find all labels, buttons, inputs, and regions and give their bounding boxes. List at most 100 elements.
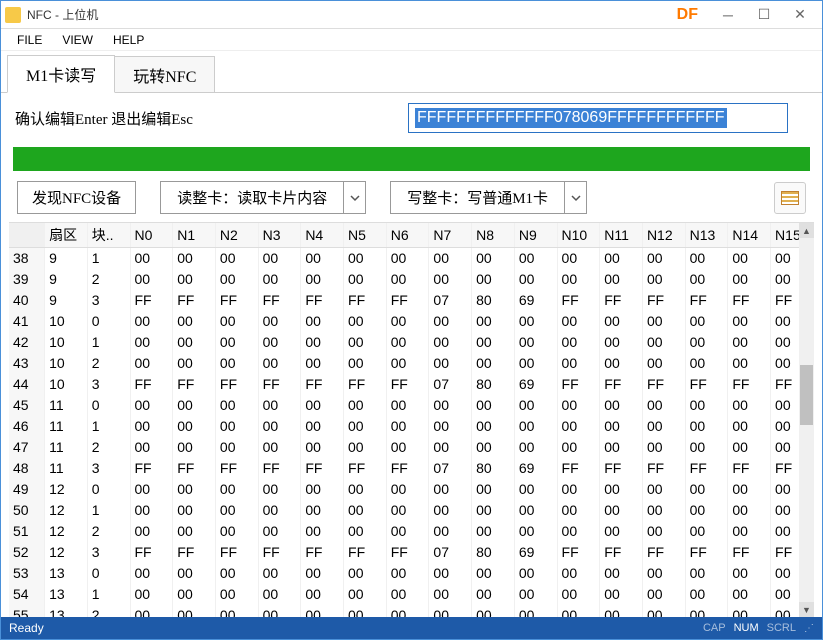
cell-n8[interactable]: 00 xyxy=(472,311,515,332)
cell-n9[interactable]: 00 xyxy=(514,269,557,290)
cell-n13[interactable]: 00 xyxy=(685,269,728,290)
cell-n5[interactable]: 00 xyxy=(344,353,387,374)
header-n7[interactable]: N7 xyxy=(429,223,472,248)
cell-n9[interactable]: 00 xyxy=(514,479,557,500)
scroll-up-button[interactable]: ▲ xyxy=(799,223,814,238)
cell-block[interactable]: 2 xyxy=(87,353,130,374)
cell-n8[interactable]: 00 xyxy=(472,479,515,500)
cell-n9[interactable]: 69 xyxy=(514,458,557,479)
cell-n1[interactable]: 00 xyxy=(173,353,216,374)
cell-n4[interactable]: 00 xyxy=(301,311,344,332)
cell-n9[interactable]: 00 xyxy=(514,584,557,605)
cell-n13[interactable]: 00 xyxy=(685,563,728,584)
cell-n5[interactable]: FF xyxy=(344,290,387,311)
cell-n5[interactable]: FF xyxy=(344,458,387,479)
cell-n10[interactable]: 00 xyxy=(557,605,600,618)
cell-n7[interactable]: 00 xyxy=(429,437,472,458)
header-n2[interactable]: N2 xyxy=(215,223,258,248)
cell-n8[interactable]: 00 xyxy=(472,437,515,458)
cell-block[interactable]: 2 xyxy=(87,521,130,542)
cell-sector[interactable]: 11 xyxy=(45,437,88,458)
cell-n4[interactable]: 00 xyxy=(301,416,344,437)
table-row[interactable]: 4711200000000000000000000000000000000 xyxy=(9,437,814,458)
header-n6[interactable]: N6 xyxy=(386,223,429,248)
cell-n6[interactable]: 00 xyxy=(386,605,429,618)
cell-n9[interactable]: 00 xyxy=(514,500,557,521)
cell-n8[interactable]: 80 xyxy=(472,374,515,395)
cell-n12[interactable]: 00 xyxy=(642,521,685,542)
cell-n8[interactable]: 00 xyxy=(472,248,515,269)
cell-n9[interactable]: 69 xyxy=(514,374,557,395)
minimize-button[interactable]: ─ xyxy=(710,3,746,27)
cell-n14[interactable]: 00 xyxy=(728,416,771,437)
tab-play-nfc[interactable]: 玩转NFC xyxy=(114,56,215,93)
cell-n6[interactable]: 00 xyxy=(386,311,429,332)
cell-n13[interactable]: 00 xyxy=(685,332,728,353)
cell-n11[interactable]: FF xyxy=(600,458,643,479)
write-card-dropdown[interactable] xyxy=(565,181,587,214)
cell-n1[interactable]: FF xyxy=(173,458,216,479)
cell-n7[interactable]: 07 xyxy=(429,542,472,563)
cell-n0[interactable]: 00 xyxy=(130,353,173,374)
cell-n14[interactable]: 00 xyxy=(728,605,771,618)
cell-n13[interactable]: 00 xyxy=(685,353,728,374)
write-card-button[interactable]: 写整卡：写普通M1卡 xyxy=(390,181,565,214)
cell-n7[interactable]: 00 xyxy=(429,353,472,374)
cell-n12[interactable]: 00 xyxy=(642,437,685,458)
cell-n4[interactable]: 00 xyxy=(301,437,344,458)
cell-n8[interactable]: 00 xyxy=(472,521,515,542)
cell-n0[interactable]: 00 xyxy=(130,521,173,542)
scroll-down-button[interactable]: ▼ xyxy=(799,602,814,617)
cell-n3[interactable]: 00 xyxy=(258,416,301,437)
cell-block[interactable]: 3 xyxy=(87,542,130,563)
cell-n2[interactable]: 00 xyxy=(215,479,258,500)
cell-n10[interactable]: 00 xyxy=(557,479,600,500)
cell-n3[interactable]: 00 xyxy=(258,563,301,584)
cell-block[interactable]: 2 xyxy=(87,437,130,458)
cell-n2[interactable]: 00 xyxy=(215,332,258,353)
cell-n11[interactable]: FF xyxy=(600,542,643,563)
cell-n0[interactable]: 00 xyxy=(130,416,173,437)
cell-n14[interactable]: 00 xyxy=(728,353,771,374)
cell-n4[interactable]: FF xyxy=(301,542,344,563)
cell-n6[interactable]: 00 xyxy=(386,521,429,542)
cell-n5[interactable]: FF xyxy=(344,374,387,395)
cell-n14[interactable]: 00 xyxy=(728,479,771,500)
cell-n10[interactable]: 00 xyxy=(557,353,600,374)
cell-n0[interactable]: 00 xyxy=(130,437,173,458)
table-row[interactable]: 4511000000000000000000000000000000000 xyxy=(9,395,814,416)
table-row[interactable]: 389100000000000000000000000000000000 xyxy=(9,248,814,269)
cell-n12[interactable]: FF xyxy=(642,374,685,395)
menu-file[interactable]: FILE xyxy=(7,31,52,49)
table-row[interactable]: 4093FFFFFFFFFFFFFF078069FFFFFFFFFFFF xyxy=(9,290,814,311)
cell-n4[interactable]: 00 xyxy=(301,248,344,269)
header-n3[interactable]: N3 xyxy=(258,223,301,248)
cell-n3[interactable]: FF xyxy=(258,290,301,311)
cell-n6[interactable]: 00 xyxy=(386,353,429,374)
cell-n5[interactable]: 00 xyxy=(344,479,387,500)
cell-sector[interactable]: 11 xyxy=(45,458,88,479)
cell-n0[interactable]: 00 xyxy=(130,563,173,584)
menu-help[interactable]: HELP xyxy=(103,31,154,49)
cell-n2[interactable]: FF xyxy=(215,290,258,311)
cell-n5[interactable]: 00 xyxy=(344,311,387,332)
cell-n2[interactable]: FF xyxy=(215,374,258,395)
cell-n14[interactable]: 00 xyxy=(728,395,771,416)
cell-n10[interactable]: FF xyxy=(557,290,600,311)
cell-sector[interactable]: 9 xyxy=(45,290,88,311)
cell-n2[interactable]: 00 xyxy=(215,269,258,290)
cell-block[interactable]: 1 xyxy=(87,332,130,353)
table-row[interactable]: 4110000000000000000000000000000000000 xyxy=(9,311,814,332)
cell-n12[interactable]: FF xyxy=(642,458,685,479)
cell-n4[interactable]: 00 xyxy=(301,269,344,290)
cell-n9[interactable]: 69 xyxy=(514,290,557,311)
cell-block[interactable]: 0 xyxy=(87,395,130,416)
cell-n10[interactable]: FF xyxy=(557,374,600,395)
header-n12[interactable]: N12 xyxy=(642,223,685,248)
cell-n10[interactable]: FF xyxy=(557,458,600,479)
cell-n12[interactable]: 00 xyxy=(642,395,685,416)
cell-n7[interactable]: 00 xyxy=(429,563,472,584)
cell-sector[interactable]: 9 xyxy=(45,248,88,269)
cell-n6[interactable]: 00 xyxy=(386,332,429,353)
cell-n0[interactable]: 00 xyxy=(130,332,173,353)
